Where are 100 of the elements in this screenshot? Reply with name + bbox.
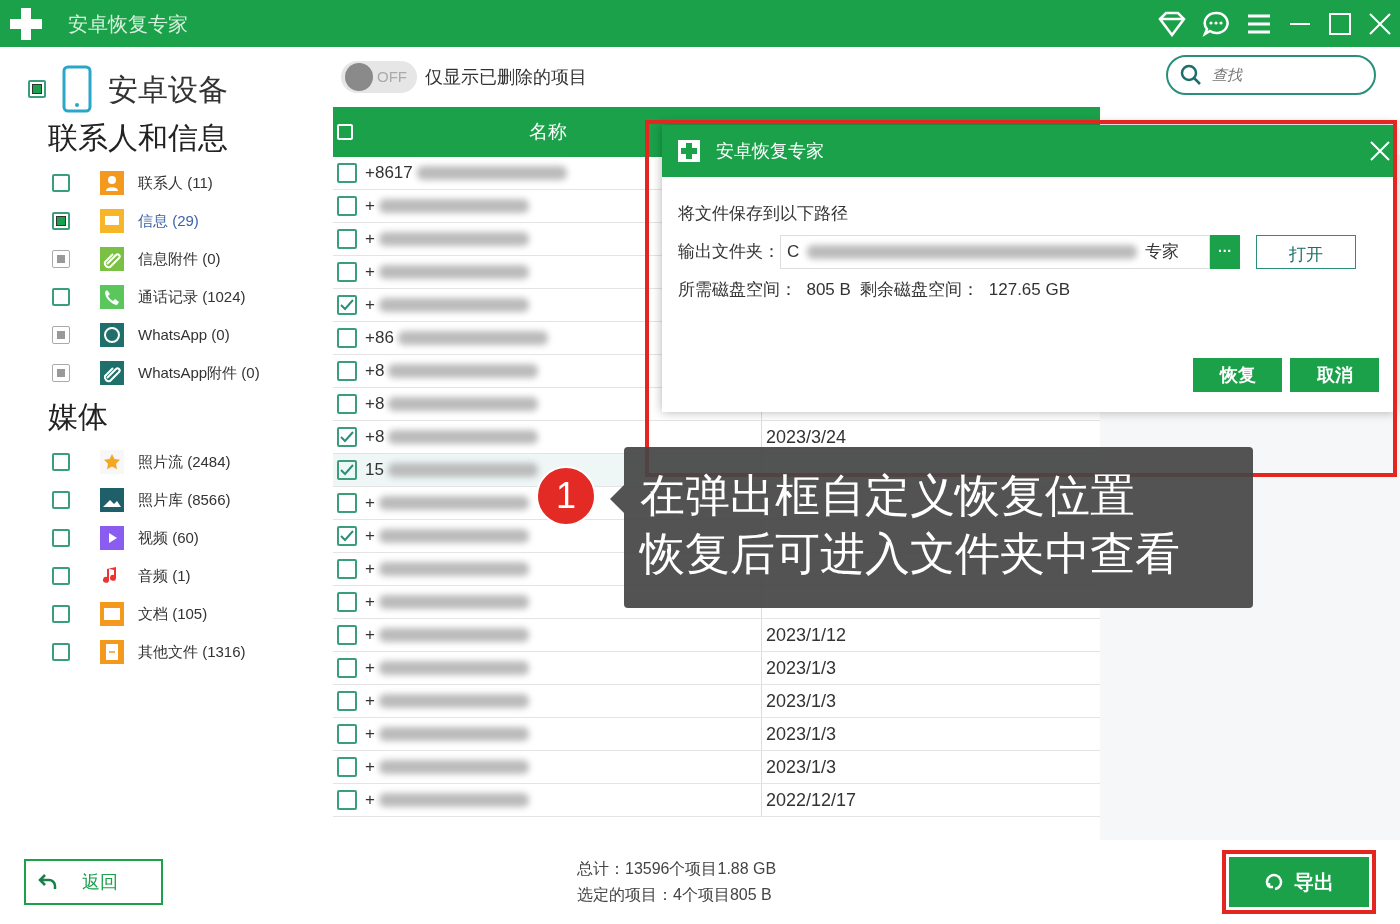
contact-number: + — [365, 558, 375, 581]
diamond-icon[interactable] — [1158, 10, 1186, 37]
checkbox[interactable] — [52, 605, 70, 623]
back-arrow-icon — [38, 873, 58, 891]
contact-number: + — [365, 690, 375, 713]
paperclip-icon — [100, 247, 124, 271]
category-item[interactable]: 照片库 (8566) — [138, 488, 231, 512]
checkbox[interactable] — [337, 361, 357, 381]
checkbox[interactable] — [52, 174, 70, 192]
play-icon — [100, 526, 124, 550]
contact-number: + — [365, 789, 375, 812]
checkbox[interactable] — [337, 691, 357, 711]
category-item[interactable]: 文档 (105) — [138, 602, 208, 626]
field-label: 输出文件夹： — [678, 240, 780, 263]
checkbox[interactable] — [52, 643, 70, 661]
checkbox[interactable] — [52, 529, 70, 547]
checkbox[interactable] — [52, 288, 70, 306]
callout-text: 恢复后可进入文件夹中查看 — [640, 527, 1181, 581]
open-button[interactable]: 打开 — [1256, 234, 1356, 269]
checkbox[interactable] — [337, 559, 357, 579]
checkbox[interactable] — [337, 790, 357, 810]
checkbox[interactable] — [337, 328, 357, 348]
checkbox[interactable] — [337, 460, 357, 480]
close-icon[interactable] — [1368, 11, 1392, 36]
checkbox[interactable] — [28, 80, 46, 98]
select-all-checkbox[interactable] — [337, 124, 353, 140]
document-icon — [100, 640, 124, 664]
checkbox[interactable] — [337, 757, 357, 777]
contact-number: + — [365, 228, 375, 251]
category-item[interactable]: 通话记录 (1024) — [138, 285, 246, 309]
total-text: 总计：13596个项目1.88 GB — [577, 859, 777, 879]
category-item[interactable]: 音频 (1) — [138, 564, 191, 588]
category-item[interactable]: 联系人 (11) — [138, 171, 213, 195]
folder-icon — [100, 602, 124, 626]
dialog-title: 安卓恢复专家 — [716, 139, 824, 163]
contact-number: + — [365, 756, 375, 779]
back-button[interactable]: 返回 — [24, 859, 163, 905]
date-cell: 2023/3/24 — [766, 426, 847, 447]
date-cell: 2023/1/3 — [766, 756, 837, 777]
contact-number: +86 — [365, 327, 394, 350]
filter-label: 仅显示已删除的项目 — [425, 65, 587, 89]
checkbox[interactable] — [52, 567, 70, 585]
contact-number: + — [365, 195, 375, 218]
disk-space-text: 所需磁盘空间： 805 B 剩余磁盘空间： 127.65 GB — [678, 278, 1072, 301]
selected-text: 选定的项目：4个项目805 B — [577, 885, 773, 905]
checkbox[interactable] — [337, 592, 357, 612]
message-icon — [100, 209, 124, 233]
logo-icon — [8, 5, 44, 42]
contact-number: + — [365, 624, 375, 647]
callout-text: 在弹出框自定义恢复位置 — [640, 469, 1136, 523]
checkbox[interactable] — [52, 453, 70, 471]
checkbox[interactable] — [337, 493, 357, 513]
menu-icon[interactable] — [1246, 12, 1272, 35]
contact-number: 15 — [365, 459, 384, 482]
date-cell: 2022/12/17 — [766, 789, 857, 810]
category-item[interactable]: 视频 (60) — [138, 526, 199, 550]
contact-number: + — [365, 591, 375, 614]
image-icon — [100, 488, 124, 512]
phone-icon — [62, 65, 92, 113]
contact-number: + — [365, 525, 375, 548]
checkbox[interactable] — [337, 229, 357, 249]
contact-number: + — [365, 657, 375, 680]
contact-number: +8617 — [365, 162, 413, 185]
date-cell: 2023/1/3 — [766, 690, 837, 711]
checkbox[interactable] — [52, 212, 70, 230]
checkbox[interactable] — [52, 491, 70, 509]
dialog-message: 将文件保存到以下路径 — [678, 203, 849, 225]
search-field[interactable]: 查找 — [1166, 55, 1376, 95]
device-label: 安卓设备 — [108, 71, 228, 108]
close-icon[interactable] — [1369, 140, 1391, 162]
window-title: 安卓恢复专家 — [68, 11, 188, 37]
phone-icon — [100, 285, 124, 309]
checkbox[interactable] — [337, 427, 357, 447]
contact-number: + — [365, 723, 375, 746]
contact-number: +8 — [365, 360, 385, 383]
checkbox[interactable] — [337, 262, 357, 282]
contact-number: + — [365, 492, 375, 515]
checkbox[interactable] — [337, 295, 357, 315]
checkbox[interactable] — [337, 526, 357, 546]
contact-number: + — [365, 294, 375, 317]
contact-number: +8 — [365, 393, 385, 416]
checkbox[interactable] — [337, 394, 357, 414]
category-item[interactable]: 照片流 (2484) — [138, 450, 231, 474]
paperclip-icon — [100, 361, 124, 385]
category-item[interactable]: 信息 (29) — [138, 209, 199, 233]
contact-icon — [100, 171, 124, 195]
date-cell: 2023/1/3 — [766, 723, 837, 744]
checkbox[interactable] — [337, 196, 357, 216]
section-heading: 联系人和信息 — [48, 120, 229, 156]
date-cell: 2023/1/3 — [766, 657, 837, 678]
section-heading: 媒体 — [48, 399, 109, 435]
path-field[interactable]: C 专家 — [780, 234, 1210, 269]
date-cell: 2023/1/12 — [766, 624, 847, 645]
maximize-icon[interactable] — [1328, 11, 1352, 36]
checkbox[interactable] — [337, 163, 357, 183]
contact-number: + — [365, 261, 375, 284]
checkbox[interactable] — [337, 625, 357, 645]
category-item[interactable]: 其他文件 (1316) — [138, 640, 246, 664]
checkbox[interactable] — [337, 658, 357, 678]
checkbox[interactable] — [337, 724, 357, 744]
